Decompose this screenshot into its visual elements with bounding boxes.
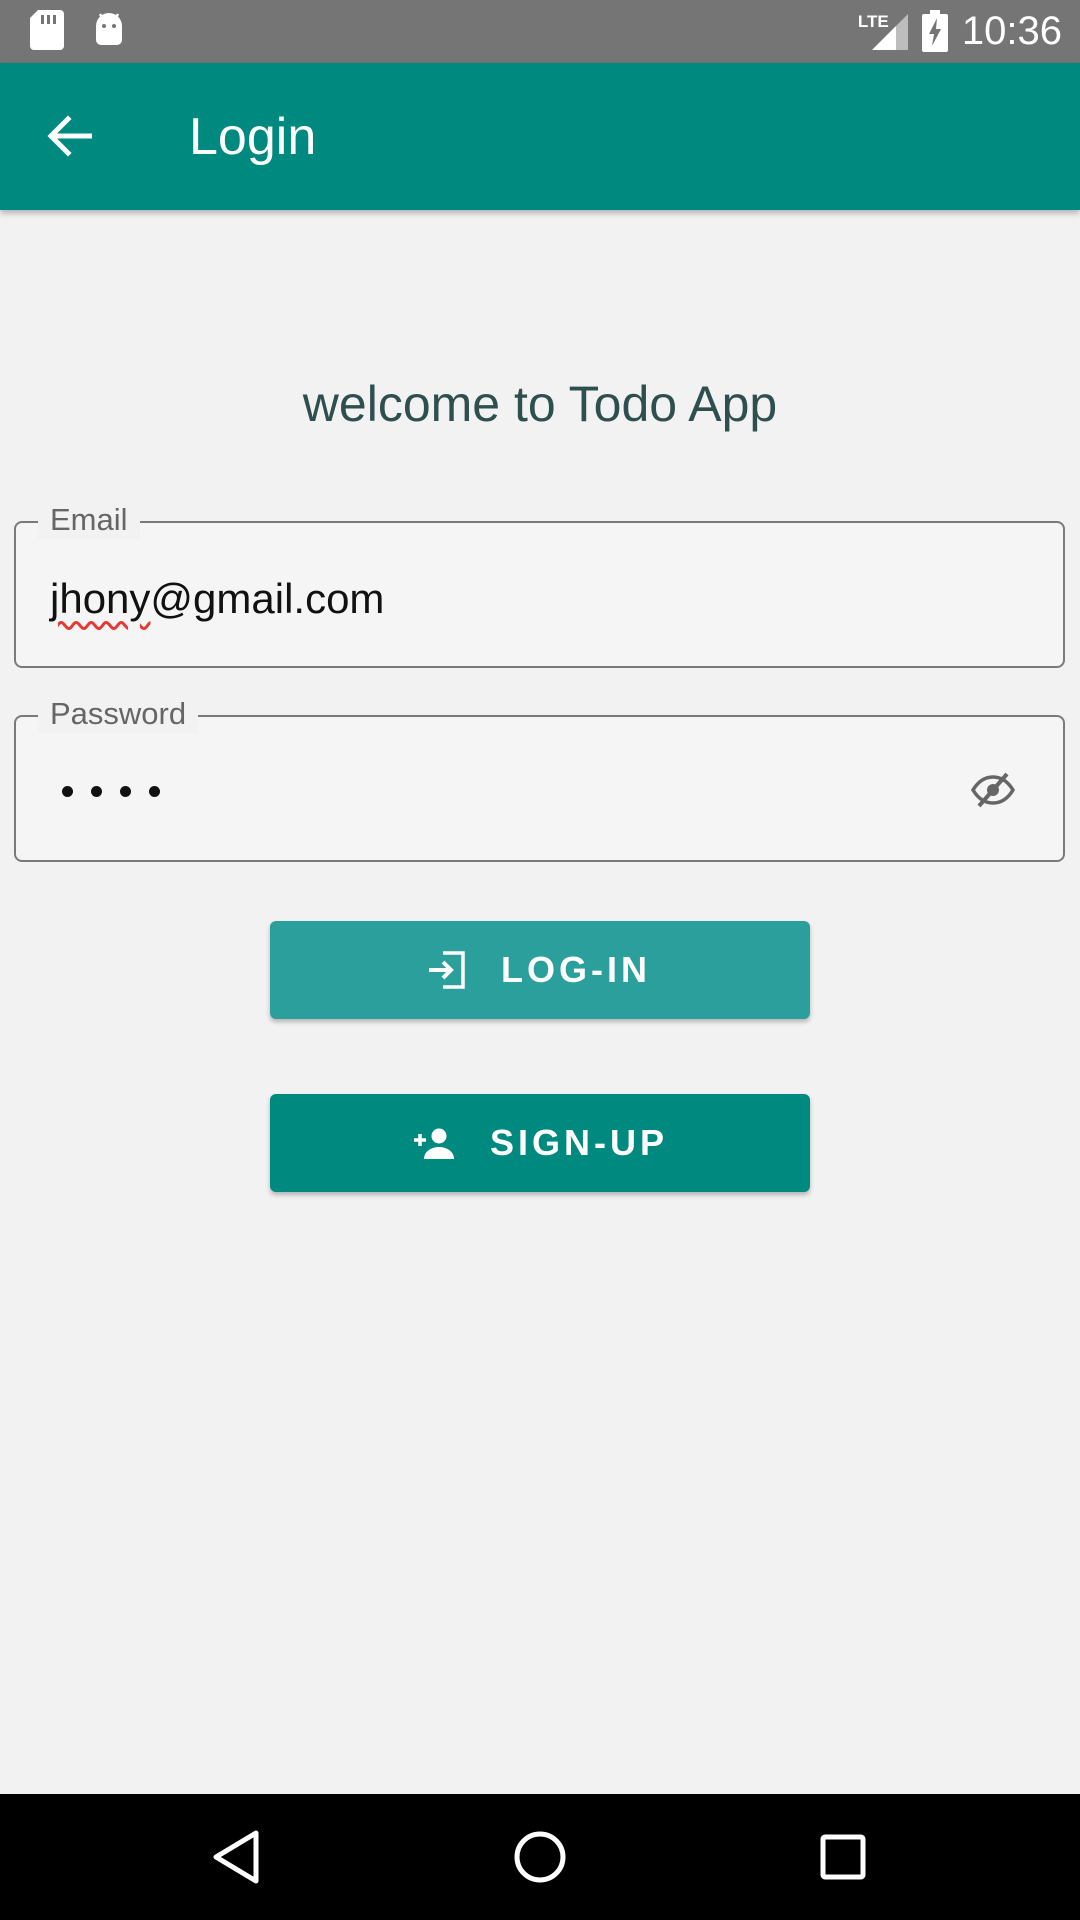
signup-button-label: SIGN-UP [489,1122,668,1163]
battery-charging-icon [921,10,948,52]
email-field[interactable]: Email jhony@gmail.com [14,501,1065,668]
toggle-password-visibility-button[interactable] [970,772,1016,808]
login-button-label: LOG-IN [501,949,651,990]
app-bar: Login [0,63,1080,210]
back-button[interactable] [34,101,104,171]
nav-back-button[interactable] [203,1824,269,1890]
login-icon [429,951,465,989]
password-label: Password [38,695,199,733]
status-bar: LTE 10:36 [0,0,1080,63]
signup-button[interactable]: SIGN-UP [270,1094,810,1192]
navigation-bar [0,1794,1080,1920]
square-recents-icon [820,1834,866,1880]
email-value-misspelled: jhony [50,575,151,622]
nav-recents-button[interactable] [810,1824,876,1890]
person-add-icon [413,1128,454,1159]
login-button[interactable]: LOG-IN [270,921,810,1019]
circle-home-icon [514,1831,566,1883]
lte-signal-icon: LTE [858,10,908,52]
password-input[interactable] [62,771,160,811]
email-input[interactable]: jhony@gmail.com [50,573,950,625]
nav-home-button[interactable] [507,1824,573,1890]
network-type-label: LTE [857,12,889,31]
email-value-rest: @gmail.com [150,575,385,622]
password-field[interactable]: Password [14,695,1065,862]
welcome-heading: welcome to Todo App [302,376,778,432]
arrow-left-icon [47,115,92,157]
sd-card-icon [30,10,64,50]
triangle-back-icon [213,1830,259,1884]
status-time: 10:36 [961,9,1062,53]
page-title: Login [189,108,317,166]
eye-off-icon [970,772,1016,808]
email-label: Email [38,501,140,539]
android-icon [96,13,122,45]
